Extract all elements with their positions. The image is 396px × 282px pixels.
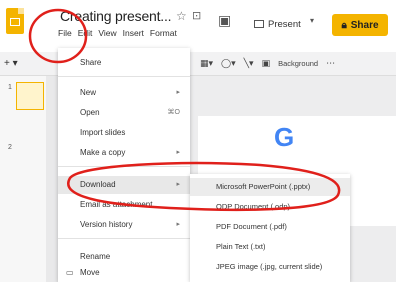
present-icon [254,20,264,28]
menu-item-share[interactable]: Share [58,54,190,72]
share-button[interactable]: 🔒︎ Share [332,14,388,36]
folder-move-icon[interactable]: ⊡ [192,9,201,22]
menu-item-make-a-copy[interactable]: Make a copy ▸ [58,144,190,162]
menu-item-label: Email as attachment [80,200,153,209]
menu-insert[interactable]: Insert [123,28,144,42]
submenu-item-label: Plain Text (.txt) [216,242,266,251]
menu-edit[interactable]: Edit [78,28,93,42]
file-menu: Share New ▸ Open ⌘O Import slides Make a… [58,48,190,282]
menu-item-move[interactable]: ▭ Move [58,264,190,282]
menu-item-label: New [80,88,97,97]
divider [58,76,190,77]
download-jpg[interactable]: JPEG image (.jpg, current slide) [190,258,350,276]
background-button[interactable]: Background [278,59,318,68]
new-slide-icon[interactable]: + ▾ [4,58,18,69]
menu-item-open[interactable]: Open ⌘O [58,104,190,122]
submenu-item-label: PDF Document (.pdf) [216,222,287,231]
divider [58,238,190,239]
slides-logo-icon[interactable] [6,8,24,34]
menu-item-label: Version history [80,220,133,229]
comment-add-icon[interactable]: ▣ [262,58,271,69]
slide-number: 1 [8,84,12,91]
star-icon[interactable]: ☆ [176,9,187,23]
submenu-arrow-icon: ▸ [176,89,180,96]
menu-item-version-history[interactable]: Version history ▸ [58,216,190,234]
google-logo-icon: G [274,122,295,152]
menu-item-download[interactable]: Download ▸ [58,176,190,194]
toolbar-tools: ▦▾ ◯▾ ╲▾ ▣ Background ⋯ [200,58,335,69]
slide-thumbnail[interactable] [16,82,44,110]
line-icon[interactable]: ╲▾ [244,58,254,69]
menu-item-label: Download [80,180,116,189]
submenu-arrow-icon: ▸ [176,221,180,228]
screen: Creating present... ☆ ⊡ File Edit View I… [0,0,396,282]
download-submenu: Microsoft PowerPoint (.pptx) ODP Documen… [190,174,350,282]
present-dropdown-icon[interactable]: ▾ [310,16,314,25]
menu-item-import-slides[interactable]: Import slides [58,124,190,142]
submenu-item-label: JPEG image (.jpg, current slide) [216,262,323,271]
more-icon[interactable]: ⋯ [326,58,335,69]
menu-view[interactable]: View [98,28,116,42]
download-txt[interactable]: Plain Text (.txt) [190,238,350,256]
menu-item-label: Share [80,58,102,67]
menu-file[interactable]: File [58,28,72,42]
menu-item-email-as-attachment[interactable]: Email as attachment [58,196,190,214]
slide-filmstrip: 1 2 [0,76,46,282]
menu-item-label: Open [80,108,100,117]
comment-icon[interactable]: ▣ [218,12,231,29]
submenu-arrow-icon: ▸ [176,149,180,156]
submenu-item-label: ODP Document (.odp) [216,202,291,211]
top-bar: Creating present... ☆ ⊡ File Edit View I… [0,0,396,52]
layout-icon[interactable]: ▦▾ [200,58,213,69]
menu-format[interactable]: Format [150,28,177,42]
menu-bar: File Edit View Insert Format [58,28,177,42]
submenu-arrow-icon: ▸ [176,181,180,188]
document-title[interactable]: Creating present... [60,8,172,24]
present-label: Present [268,18,301,30]
share-label: Share [350,19,379,31]
lock-icon: 🔒︎ [341,19,347,31]
download-pdf[interactable]: PDF Document (.pdf) [190,218,350,236]
submenu-item-label: Microsoft PowerPoint (.pptx) [216,182,311,191]
shape-icon[interactable]: ◯▾ [221,58,236,69]
shortcut-hint: ⌘O [167,109,180,116]
menu-item-label: Import slides [80,128,126,137]
download-pptx[interactable]: Microsoft PowerPoint (.pptx) [190,178,350,196]
folder-icon: ▭ [66,268,74,277]
menu-item-label: Make a copy [80,148,126,157]
menu-item-label: Rename [80,252,111,261]
divider [58,166,190,167]
download-odp[interactable]: ODP Document (.odp) [190,198,350,216]
slide-number: 2 [8,144,12,151]
menu-item-label: Move [80,268,100,277]
present-button[interactable]: Present [254,14,301,34]
menu-item-new[interactable]: New ▸ [58,84,190,102]
